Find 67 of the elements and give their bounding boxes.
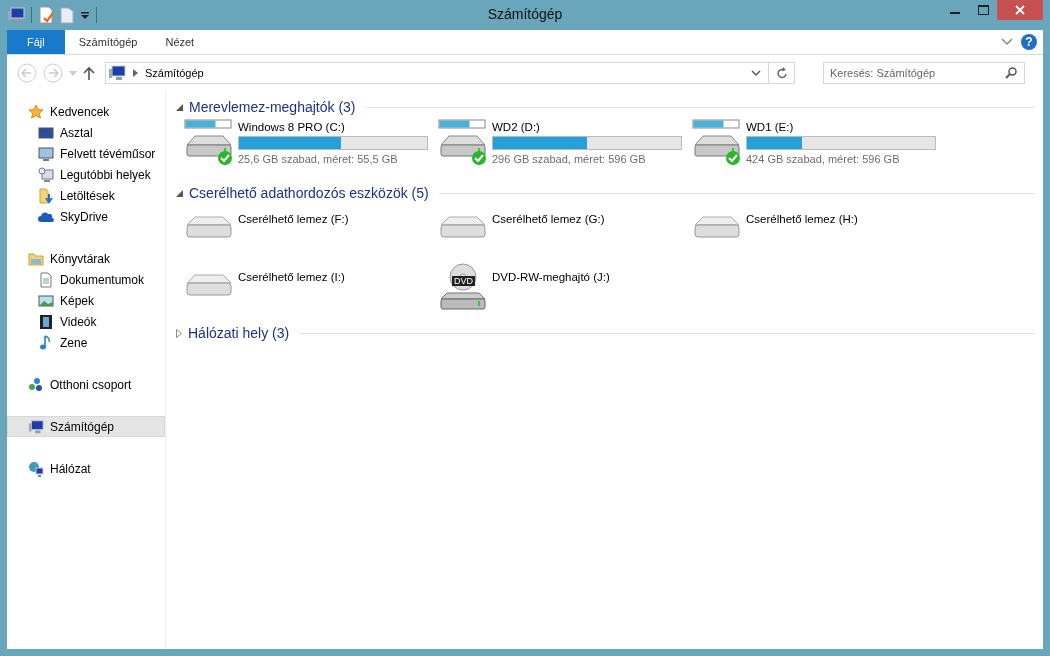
properties-icon[interactable] — [38, 6, 54, 24]
ribbon-tab[interactable]: Nézet — [151, 30, 209, 54]
sidebar-item[interactable]: Könyvtárak — [7, 248, 165, 269]
section-heading[interactable]: Cserélhető adathordozós eszközök (5) — [189, 185, 429, 201]
computer-icon[interactable] — [7, 7, 25, 23]
network-icon — [28, 460, 44, 477]
section-heading[interactable]: Merevlemez-meghajtók (3) — [189, 99, 356, 115]
sidebar-item[interactable]: Felvett tévéműsor — [7, 143, 165, 164]
document-icon — [38, 271, 54, 288]
collapsed-arrow-icon[interactable] — [176, 328, 182, 338]
computer-icon — [108, 65, 126, 81]
sidebar-item[interactable]: Videók — [7, 311, 165, 332]
expanded-arrow-icon[interactable] — [176, 189, 183, 197]
hard-drive-icon — [438, 119, 488, 167]
sidebar-item[interactable]: Asztal — [7, 122, 165, 143]
drive-space-text: 296 GB szabad, méret: 596 GB — [492, 153, 647, 165]
star-icon — [28, 103, 44, 120]
maximize-icon — [977, 5, 989, 15]
section-heading[interactable]: Hálózati hely (3) — [188, 325, 290, 341]
dropdown-icon[interactable] — [80, 10, 90, 20]
sidebar-item[interactable]: Otthoni csoport — [7, 374, 165, 395]
drive-name[interactable]: DVD-RW-meghajtó (J:) — [492, 271, 610, 283]
sidebar-item[interactable]: SkyDrive — [7, 206, 165, 227]
drive-space-text: 424 GB szabad, méret: 596 GB — [746, 153, 901, 165]
library-folder-icon — [28, 250, 44, 267]
sidebar-item[interactable]: Képek — [7, 290, 165, 311]
breadcrumb-arrow-icon[interactable] — [133, 69, 138, 77]
address-dropdown-icon[interactable] — [751, 70, 761, 76]
close-icon — [1015, 5, 1025, 15]
sidebar-item[interactable]: Dokumentumok — [7, 269, 165, 290]
drive-name[interactable]: Cserélhető lemez (I:) — [238, 271, 345, 283]
ribbon-tab[interactable]: Számítógép — [64, 30, 152, 54]
ribbon-tab[interactable]: Fájl — [7, 30, 65, 54]
address-bar[interactable]: Számítógép — [105, 62, 795, 84]
sidebar-item[interactable]: Letöltések — [7, 185, 165, 206]
drive-space-text: 25,6 GB szabad, méret: 55,5 GB — [238, 153, 399, 165]
drive-name[interactable]: WD2 (D:) — [492, 121, 682, 133]
close-button[interactable] — [997, 0, 1043, 20]
computer-icon — [28, 418, 44, 435]
address-path[interactable]: Számítógép — [145, 67, 204, 79]
picture-icon — [38, 292, 54, 309]
expanded-arrow-icon[interactable] — [176, 103, 183, 111]
recent-places-icon — [38, 166, 54, 183]
hard-drive-icon — [692, 119, 742, 167]
drive-name[interactable]: WD1 (E:) — [746, 121, 936, 133]
sidebar-item[interactable]: Hálózat — [7, 458, 165, 479]
download-folder-icon — [38, 187, 54, 204]
homegroup-icon — [28, 376, 44, 393]
search-field[interactable]: Keresés: Számítógép — [823, 62, 1025, 84]
refresh-icon[interactable] — [776, 66, 788, 80]
sidebar-item[interactable]: Legutóbbi helyek — [7, 164, 165, 185]
sidebar-item[interactable]: Kedvencek — [7, 101, 165, 122]
monitor-icon — [38, 145, 54, 162]
up-arrow-icon[interactable] — [83, 66, 95, 80]
drive-name[interactable]: Windows 8 PRO (C:) — [238, 121, 428, 133]
window-title: Számítógép — [487, 6, 563, 22]
sidebar-item[interactable]: Számítógép — [7, 416, 165, 437]
film-icon — [38, 313, 54, 330]
help-button[interactable]: ? — [1021, 34, 1037, 50]
drive-name[interactable]: Cserélhető lemez (G:) — [492, 213, 605, 225]
hard-drive-icon — [184, 119, 234, 167]
drive-name[interactable]: Cserélhető lemez (F:) — [238, 213, 349, 225]
minimize-icon — [950, 12, 960, 14]
expand-ribbon-icon[interactable] — [1001, 38, 1013, 46]
desktop-icon — [38, 124, 54, 141]
drive-name[interactable]: Cserélhető lemez (H:) — [746, 213, 858, 225]
sidebar-item[interactable]: Zene — [7, 332, 165, 353]
